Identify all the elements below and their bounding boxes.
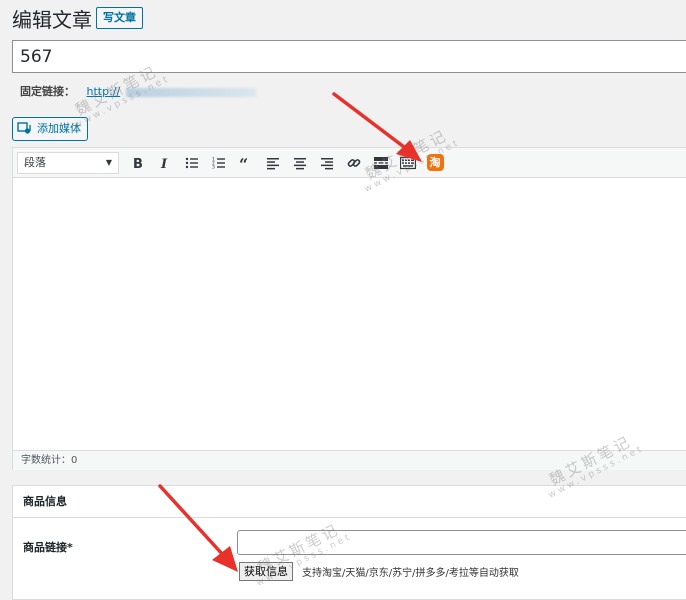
editor-content-area[interactable] xyxy=(13,178,686,450)
new-post-button[interactable]: 写文章 xyxy=(96,7,143,29)
product-link-input[interactable] xyxy=(237,530,686,555)
add-media-button[interactable]: 添加媒体 xyxy=(12,117,88,141)
svg-text:I: I xyxy=(160,157,168,170)
permalink-redacted xyxy=(125,87,256,97)
bold-button[interactable]: B xyxy=(125,150,151,176)
permalink: 固定链接： http:// xyxy=(20,83,256,99)
editor-statusbar: 字数统计：0 xyxy=(13,450,686,470)
align-left-button[interactable] xyxy=(260,150,286,176)
format-select[interactable]: 段落 ▼ xyxy=(17,151,119,174)
editor-toolbar: 段落 ▼ B I 1 2 3 “ 淘 xyxy=(13,148,686,178)
italic-button[interactable]: I xyxy=(152,150,178,176)
metabox-title: 商品信息 xyxy=(13,486,686,518)
read-more-button[interactable] xyxy=(368,150,394,176)
align-right-button[interactable] xyxy=(314,150,340,176)
permalink-label: 固定链接： xyxy=(20,85,75,98)
bulleted-list-button[interactable] xyxy=(179,150,205,176)
bold-icon: B xyxy=(133,157,143,170)
insert-link-button[interactable] xyxy=(341,150,367,176)
bulleted-list-icon xyxy=(185,157,198,168)
word-count-label: 字数统计： xyxy=(21,455,71,466)
svg-text:“: “ xyxy=(239,156,248,170)
page-title: 编辑文章 xyxy=(12,8,92,32)
post-title-input[interactable] xyxy=(12,40,686,73)
toolbar-toggle-icon xyxy=(400,156,416,169)
svg-text:3: 3 xyxy=(212,164,215,170)
numbered-list-button[interactable]: 1 2 3 xyxy=(206,150,232,176)
fetch-info-button[interactable]: 获取信息 xyxy=(239,562,293,581)
caret-down-icon: ▼ xyxy=(105,157,112,167)
permalink-url[interactable]: http:// xyxy=(87,85,121,98)
align-right-icon xyxy=(321,157,333,169)
product-info-metabox: 商品信息 商品链接* 获取信息 支持淘宝/天猫/京东/苏宁/拼多多/考拉等自动获… xyxy=(12,485,686,600)
italic-icon: I xyxy=(160,157,168,170)
blockquote-button[interactable]: “ xyxy=(233,150,259,176)
add-media-label: 添加媒体 xyxy=(37,122,81,135)
read-more-icon xyxy=(374,156,388,169)
product-link-label: 商品链接* xyxy=(23,541,73,554)
align-center-button[interactable] xyxy=(287,150,313,176)
taobao-icon: 淘 xyxy=(426,154,444,171)
word-count-value: 0 xyxy=(71,455,78,466)
fetch-hint: 支持淘宝/天猫/京东/苏宁/拼多多/考拉等自动获取 xyxy=(302,568,519,579)
media-icon xyxy=(17,122,33,136)
toolbar-toggle-button[interactable] xyxy=(395,150,421,176)
align-left-icon xyxy=(267,157,279,169)
format-select-value: 段落 xyxy=(24,155,46,169)
svg-text:B: B xyxy=(133,157,143,170)
link-icon xyxy=(347,158,361,167)
numbered-list-icon: 1 2 3 xyxy=(212,156,225,170)
post-editor: 段落 ▼ B I 1 2 3 “ 淘 字数统计：0 xyxy=(12,147,686,470)
blockquote-icon: “ xyxy=(239,156,248,170)
taobao-button[interactable]: 淘 xyxy=(422,150,448,176)
align-center-icon xyxy=(294,157,306,169)
